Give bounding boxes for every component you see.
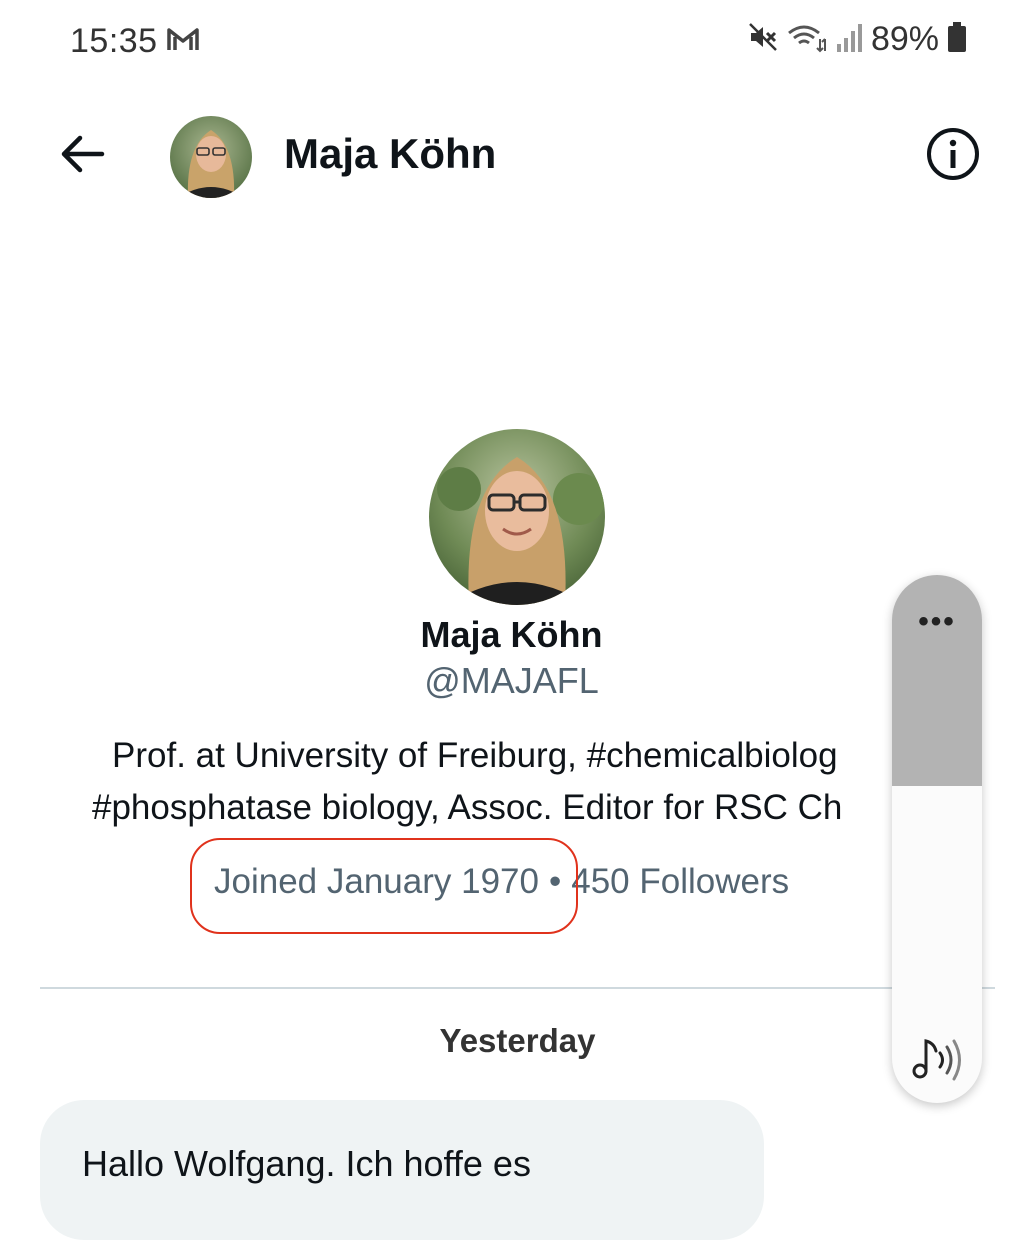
followers-count[interactable]: 450 Followers [571, 862, 789, 901]
message-text: Hallo Wolfgang. Ich hoffe es [82, 1143, 531, 1184]
profile-handle[interactable]: @MAJAFL [0, 660, 1023, 702]
bio-line: #phosphatase biology, Assoc. Editor for … [92, 788, 843, 827]
arrow-left-icon [58, 134, 106, 179]
profile-name: Maja Köhn [420, 614, 603, 655]
divider [40, 987, 995, 989]
gmail-icon [166, 26, 200, 57]
wifi-icon [787, 21, 827, 58]
back-button[interactable] [52, 126, 112, 186]
more-options-button[interactable]: ••• [892, 605, 982, 639]
battery-percent: 89% [870, 20, 939, 58]
bio-line: Prof. at University of Freiburg, #chemic… [112, 736, 838, 775]
info-button[interactable] [923, 126, 983, 186]
volume-panel[interactable]: ••• [892, 575, 982, 1103]
message-bubble[interactable]: Hallo Wolfgang. Ich hoffe es [40, 1100, 764, 1240]
info-icon [925, 126, 981, 187]
mute-icon [747, 21, 779, 58]
status-bar: 15:35 89% [0, 0, 1023, 80]
status-time: 15:35 [70, 22, 158, 60]
profile-avatar[interactable] [429, 429, 605, 605]
highlight-annotation [190, 838, 578, 934]
music-note-sound-icon[interactable] [910, 1033, 966, 1083]
battery-icon [947, 21, 967, 58]
status-icons: 89% [747, 20, 967, 59]
date-separator: Yesterday [439, 1022, 596, 1059]
signal-icon [835, 22, 863, 57]
header-avatar[interactable] [170, 116, 252, 198]
conversation-header: Maja Köhn [0, 100, 1023, 210]
header-name: Maja Köhn [284, 130, 497, 177]
profile-bio: Prof. at University of Freiburg, #chemic… [0, 732, 893, 842]
